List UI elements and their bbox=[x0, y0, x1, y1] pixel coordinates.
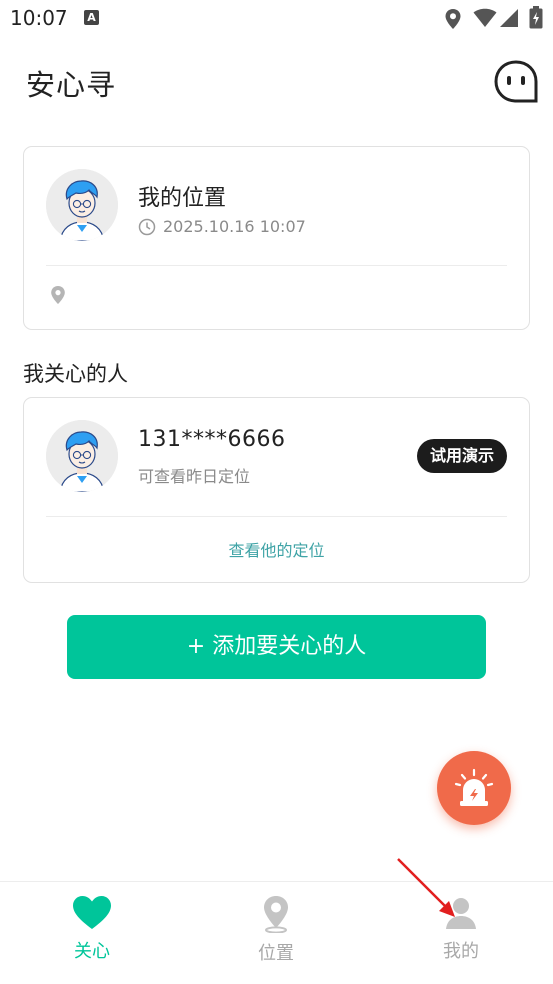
avatar-illustration-icon bbox=[46, 420, 118, 492]
nav-tab-care[interactable]: 关心 bbox=[32, 895, 152, 963]
nav-label-mine: 我的 bbox=[443, 941, 479, 962]
nav-tab-location[interactable]: 位置 bbox=[216, 895, 336, 965]
my-location-time: 2025.10.16 10:07 bbox=[163, 217, 306, 236]
annotation-arrow-icon bbox=[397, 858, 455, 917]
my-avatar bbox=[46, 169, 118, 241]
cared-section-title: 我关心的人 bbox=[23, 362, 128, 386]
heart-icon bbox=[73, 896, 111, 929]
my-location-title: 我的位置 bbox=[138, 186, 227, 211]
battery-icon bbox=[529, 6, 543, 29]
card-divider bbox=[46, 516, 507, 517]
trial-demo-badge[interactable]: 试用演示 bbox=[417, 439, 507, 473]
location-pin-icon bbox=[264, 896, 288, 934]
nav-label-location: 位置 bbox=[258, 943, 294, 964]
cared-person-phone: 131****6666 bbox=[138, 427, 286, 452]
wifi-icon bbox=[473, 8, 497, 27]
message-icon[interactable] bbox=[493, 59, 539, 105]
view-his-location-link[interactable]: 查看他的定位 bbox=[23, 537, 530, 561]
signal-icon bbox=[500, 9, 518, 27]
location-status-icon bbox=[445, 9, 461, 29]
status-time: 10:07 bbox=[10, 6, 68, 30]
add-cared-person-button[interactable]: + 添加要关心的人 bbox=[67, 615, 486, 679]
sos-alarm-button[interactable] bbox=[437, 751, 511, 825]
alarm-siren-icon bbox=[454, 768, 494, 806]
card-divider bbox=[46, 265, 507, 266]
notification-icon: A bbox=[84, 10, 99, 25]
app-title: 安心寻 bbox=[26, 68, 117, 102]
nav-label-care: 关心 bbox=[74, 941, 110, 962]
cared-person-subtitle: 可查看昨日定位 bbox=[138, 467, 251, 486]
clock-icon bbox=[138, 218, 156, 236]
location-pin-icon bbox=[51, 286, 65, 304]
status-bar: 10:07 A bbox=[0, 0, 553, 38]
avatar-illustration-icon bbox=[46, 169, 118, 241]
cared-avatar bbox=[46, 420, 118, 492]
